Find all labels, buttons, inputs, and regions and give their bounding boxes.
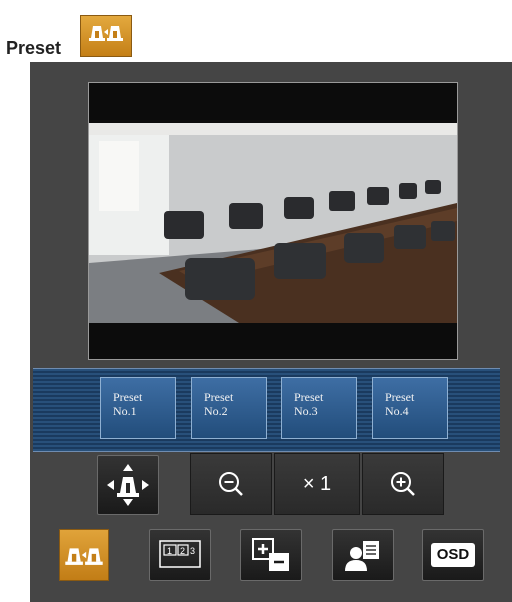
preset-label: Preset [113, 390, 143, 404]
preset-number: No.4 [385, 404, 409, 418]
camera-feed-image [89, 83, 457, 359]
user-settings-button[interactable] [332, 529, 394, 581]
preset-number: No.3 [294, 404, 318, 418]
preset-button-3[interactable]: Preset No.3 [281, 377, 357, 439]
brightness-button[interactable] [240, 529, 302, 581]
osd-button[interactable]: OSD [422, 529, 484, 581]
svg-text:2: 2 [180, 546, 185, 556]
user-settings-icon [345, 541, 379, 571]
brightness-plus-minus-icon [252, 538, 289, 571]
preset-label: Preset [385, 390, 415, 404]
preset-button-1[interactable]: Preset No.1 [100, 377, 176, 439]
control-panel: Preset No.1 Preset No.2 Preset No.3 Pres… [30, 62, 512, 602]
svg-text:3: 3 [190, 546, 195, 556]
preset-number: No.1 [113, 404, 137, 418]
osd-badge: OSD [430, 543, 476, 567]
heading-preset-icon [80, 15, 132, 57]
page-heading: Preset [6, 38, 62, 58]
svg-text:1: 1 [167, 546, 172, 556]
multi-screen-button[interactable]: 1 2 3 [149, 529, 211, 581]
zoom-level-value: × 1 [302, 472, 332, 495]
zoom-level-display: × 1 [274, 453, 360, 515]
zoom-in-icon [391, 472, 415, 496]
preset-button-4[interactable]: Preset No.4 [372, 377, 448, 439]
pan-tilt-button[interactable] [97, 455, 159, 515]
preset-number: No.2 [204, 404, 228, 418]
preset-mode-icon [65, 548, 103, 565]
preset-label: Preset [204, 390, 234, 404]
preset-mode-button[interactable] [59, 529, 109, 581]
preset-strip: Preset No.1 Preset No.2 Preset No.3 Pres… [33, 368, 500, 452]
osd-label: OSD [436, 546, 470, 563]
zoom-out-button[interactable] [190, 453, 272, 515]
zoom-out-icon [219, 472, 243, 496]
pan-tilt-icon [107, 464, 149, 506]
camera-viewer [88, 82, 458, 360]
preset-mode-icon [89, 26, 123, 41]
preset-button-2[interactable]: Preset No.2 [191, 377, 267, 439]
zoom-in-button[interactable] [362, 453, 444, 515]
multi-screen-icon: 1 2 3 [159, 540, 201, 568]
preset-label: Preset [294, 390, 324, 404]
